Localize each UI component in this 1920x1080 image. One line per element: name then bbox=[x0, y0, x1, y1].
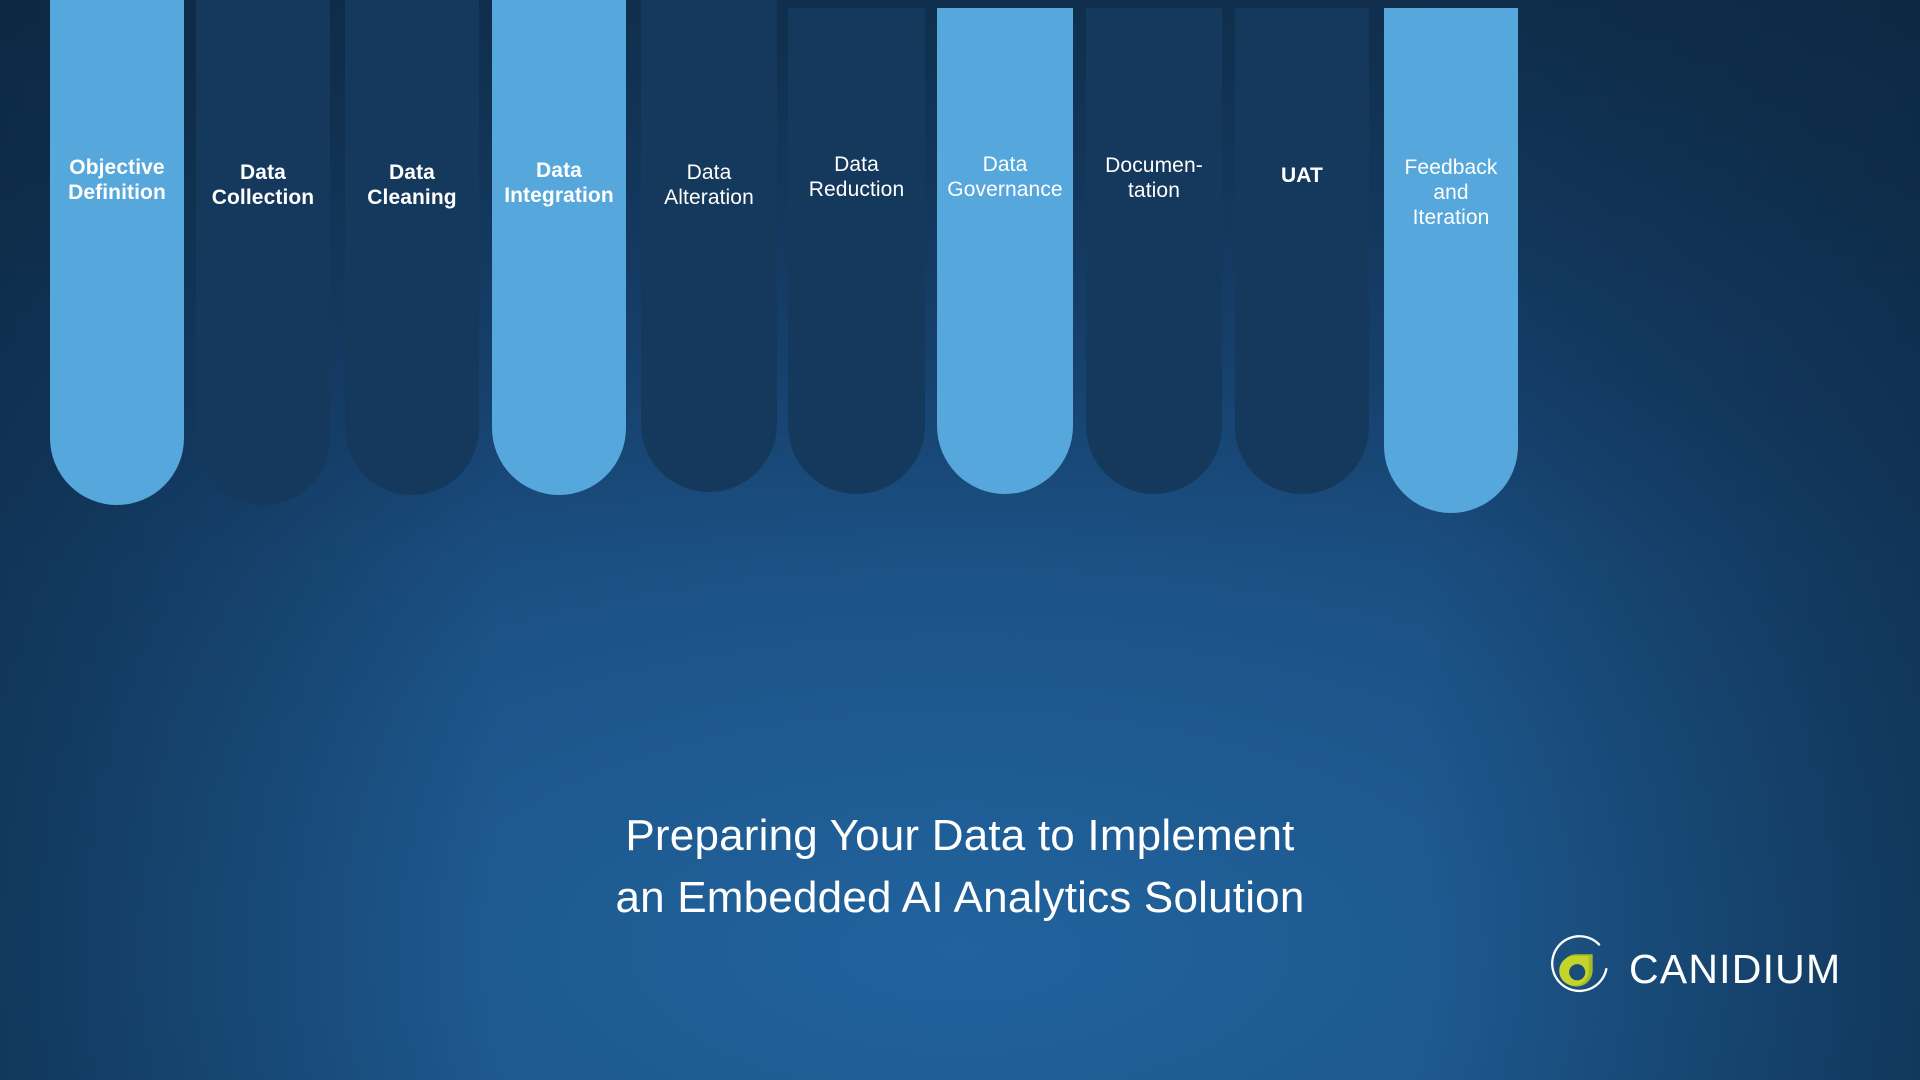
process-column-label: UAT bbox=[1281, 164, 1323, 187]
title-block: Preparing Your Data to Implement an Embe… bbox=[0, 805, 1920, 930]
process-column-label: Data Cleaning bbox=[367, 161, 457, 210]
process-columns: Objective Definition Data Collection Data … bbox=[0, 0, 1920, 640]
canidium-droplet-ring-icon bbox=[1551, 935, 1608, 993]
process-column[interactable]: Data Governance bbox=[937, 8, 1073, 494]
process-column[interactable]: Data Collection bbox=[196, 0, 330, 505]
process-column[interactable]: Objective Definition bbox=[50, 0, 184, 505]
process-column[interactable]: Documen- tation bbox=[1086, 8, 1222, 494]
title-line-1: Preparing Your Data to Implement bbox=[625, 811, 1295, 860]
process-column-label: Feedback and Iteration bbox=[1404, 156, 1498, 230]
process-column-label: Data Integration bbox=[504, 159, 614, 208]
process-column-label: Data Collection bbox=[211, 161, 315, 210]
canidium-logo: CANIDIUM bbox=[1543, 931, 1853, 1007]
infographic-slide: Objective Definition Data Collection Data … bbox=[0, 0, 1920, 1080]
process-column-label: Data Alteration bbox=[664, 161, 754, 210]
process-column-label: Objective Definition bbox=[68, 156, 166, 205]
process-column[interactable]: Data Integration bbox=[492, 0, 626, 495]
process-column[interactable]: Data Reduction bbox=[788, 8, 925, 494]
process-column[interactable]: UAT bbox=[1235, 8, 1369, 494]
process-column[interactable]: Data Alteration bbox=[641, 0, 777, 492]
canidium-wordmark: CANIDIUM bbox=[1629, 945, 1842, 992]
process-column-label: Data Governance bbox=[947, 153, 1063, 202]
process-column-label: Documen- tation bbox=[1105, 154, 1203, 203]
process-column[interactable]: Feedback and Iteration bbox=[1384, 8, 1518, 513]
process-column-label: Data Reduction bbox=[808, 153, 905, 202]
process-column[interactable]: Data Cleaning bbox=[345, 0, 479, 495]
title-line-2: an Embedded AI Analytics Solution bbox=[615, 873, 1305, 923]
